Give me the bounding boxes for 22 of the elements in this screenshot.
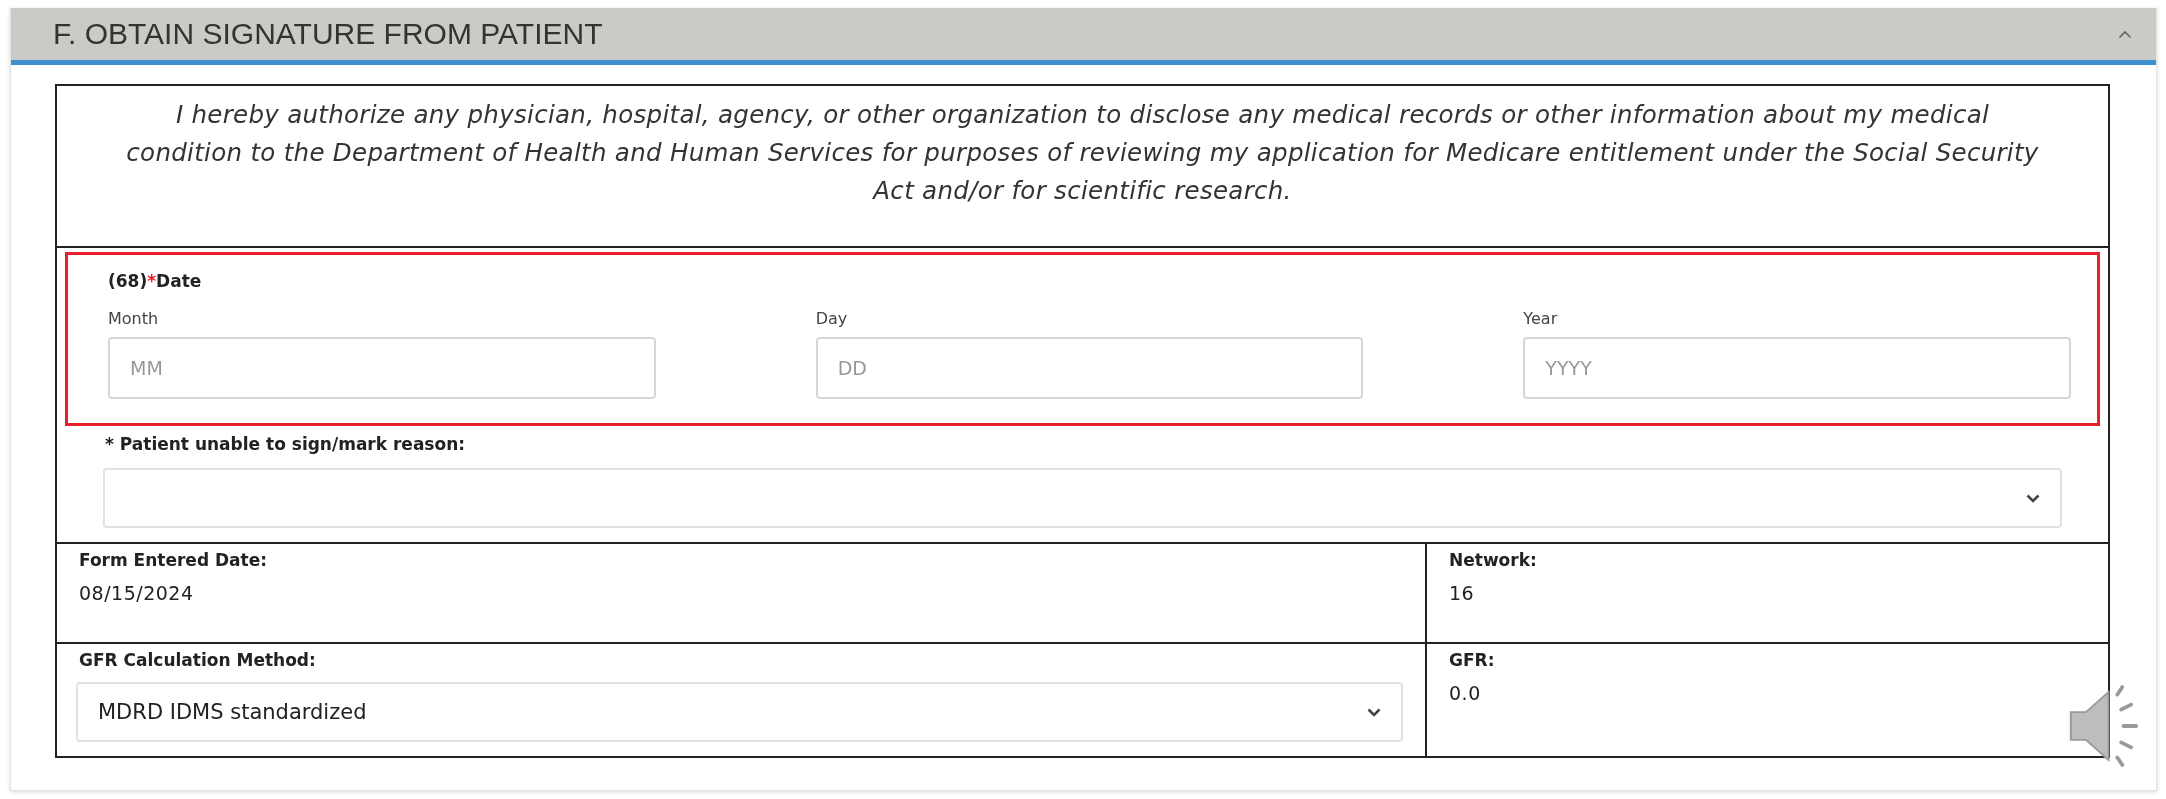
field-value: 08/15/2024	[79, 582, 195, 604]
authorization-text: I hereby authorize any physician, hospital, agency, or other organization to disclose any medical records or other information about my medical condition to the Department of Health and Human Services for purposes of reviewing my application for Medicare entitlement under the Social Security Act and/or for scientific research.	[57, 86, 2108, 248]
date-input-field[interactable]: YYYY	[1523, 337, 2071, 399]
field-label: Day	[815, 309, 849, 328]
field-label: GFR:	[1449, 650, 1496, 670]
chevron-down-icon	[2026, 493, 2040, 503]
field-label: * Patient unable to sign/mark reason:	[105, 434, 467, 454]
field-label: GFR Calculation Method:	[79, 650, 317, 670]
method-dropdown[interactable]: MDRD IDMS standardized	[76, 682, 1403, 742]
chevron-down-icon	[1367, 707, 1381, 717]
field-label: Form Entered Date:	[79, 550, 269, 570]
date-input-field[interactable]: MM	[108, 337, 656, 399]
field-label: Year	[1523, 309, 1559, 328]
field-label: Network:	[1449, 550, 1538, 570]
field-label: Month	[108, 309, 160, 328]
chevron-up-icon[interactable]	[2118, 29, 2132, 39]
section-title: F. OBTAIN SIGNATURE FROM PATIENT	[53, 17, 603, 51]
field-value: 16	[1449, 582, 1476, 604]
section-header[interactable]: F. OBTAIN SIGNATURE FROM PATIENT	[11, 8, 2156, 65]
field-label: (68)*Date	[108, 271, 202, 291]
field-value: 0.0	[1449, 682, 1482, 704]
date-input-field[interactable]: DD	[815, 337, 1364, 399]
